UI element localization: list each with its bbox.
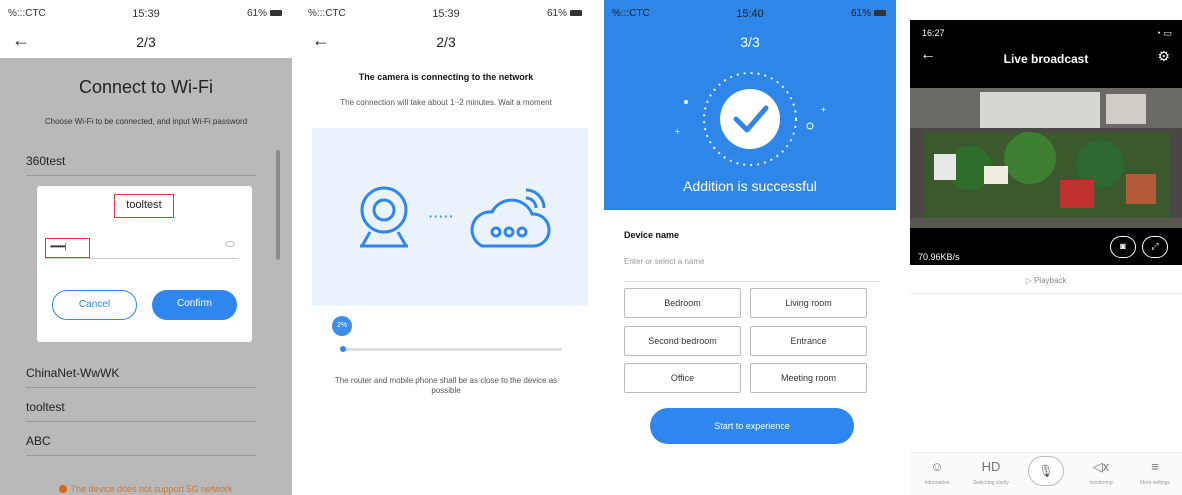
device-name-input[interactable]: Enter or select a name [624, 257, 704, 266]
top-bar: 16:27 ◔ ▭ ← Live broadcast ⚙ [910, 20, 1182, 88]
camera-cloud-graphic: ····· [360, 186, 551, 248]
mic-icon: 🎙 [1038, 464, 1054, 478]
success-check-icon: + + [674, 72, 827, 166]
divider [910, 293, 1182, 294]
wifi-item[interactable]: 360test [26, 146, 256, 176]
scrollbar[interactable] [276, 150, 280, 260]
page-subtitle: Choose Wi-Fi to be connected, and input … [44, 117, 248, 126]
camera-icon [360, 186, 408, 248]
talkback-button[interactable]: 🎙 [1028, 456, 1064, 486]
input-underline [45, 258, 238, 259]
menu-icon: ≡ [1151, 459, 1159, 474]
wifi-battery-icon: ◔ ▭ [1155, 28, 1172, 38]
speaker-icon: ◁x [1092, 459, 1110, 474]
bitrate: 70.96KB/s [918, 252, 960, 262]
status-bar: %:::CTC 15:40 61% [604, 8, 896, 22]
wifi-item[interactable]: tooltest [26, 392, 256, 422]
information-button[interactable]: ☺ Information [910, 458, 964, 486]
monitoring-button[interactable]: ◁x monitoring [1074, 458, 1128, 486]
password-dialog: tooltest ••••••••| Cancel Confirm [37, 186, 252, 342]
password-input[interactable]: ••••••••| [45, 238, 90, 258]
page-subtitle: The connection will take about 1~2 minut… [340, 98, 552, 107]
room-option[interactable]: Office [624, 363, 741, 393]
connection-illustration: ····· [312, 128, 588, 306]
warning-text: The device does not support 5G network [0, 484, 292, 494]
fullscreen-icon[interactable]: ⤢ [1142, 236, 1168, 258]
device-name-label: Device name [624, 230, 680, 240]
play-icon: ▷ [1025, 276, 1034, 285]
gear-icon[interactable]: ⚙ [1157, 48, 1170, 65]
dots: ····· [428, 207, 453, 226]
wifi-item[interactable]: ChinaNet-WwWK [26, 358, 256, 388]
network-name: tooltest [114, 194, 174, 218]
battery-icon [270, 10, 282, 17]
playback-link[interactable]: ▷ Playback [910, 276, 1182, 285]
room-option[interactable]: Living room [750, 288, 867, 318]
cloud-icon [470, 188, 551, 248]
progress-badge: 2% [332, 316, 352, 336]
status-bar: %:::CTC 15:39 61% [0, 8, 292, 22]
screen-connecting: %:::CTC 15:39 61% ← 2/3 The camera is co… [300, 0, 592, 495]
progress-track [342, 348, 562, 351]
room-option[interactable]: Second bedroom [624, 326, 741, 356]
wifi-item[interactable]: ABC [26, 426, 256, 456]
room-option[interactable]: Meeting room [750, 363, 867, 393]
clock: 16:27 [922, 28, 945, 38]
more-settings-button[interactable]: ≡ More settings [1128, 458, 1182, 486]
progress-knob [340, 346, 346, 352]
status-bar: %:::CTC 15:39 61% [300, 8, 592, 22]
start-button[interactable]: Start to experience [650, 408, 854, 444]
hd-icon: HD [981, 459, 1001, 474]
battery: 61% [547, 8, 582, 19]
step-indicator: 2/3 [136, 34, 156, 50]
battery-icon [570, 10, 582, 17]
page-title: Connect to Wi-Fi [78, 77, 214, 97]
chat-icon: ☺ [930, 459, 944, 474]
clarity-button[interactable]: HD Switching clarity [964, 458, 1018, 486]
screen-connect-wifi: %:::CTC 15:39 61% ← 2/3 Connect to Wi-Fi… [0, 0, 292, 495]
svg-text:+: + [674, 127, 681, 136]
screen-success: %:::CTC 15:40 61% 3/3 + + Addition is su… [604, 0, 896, 495]
room-option[interactable]: Entrance [750, 326, 867, 356]
success-message: Addition is successful [683, 178, 817, 194]
step-indicator: 3/3 [740, 34, 760, 50]
step-indicator: 2/3 [436, 34, 456, 50]
battery-icon [874, 10, 886, 17]
svg-text:+: + [820, 105, 827, 114]
room-option[interactable]: Bedroom [624, 288, 741, 318]
input-underline [624, 281, 880, 282]
cancel-button[interactable]: Cancel [52, 290, 137, 320]
warning-icon [59, 485, 68, 493]
battery: 61% [247, 8, 282, 19]
confirm-button[interactable]: Confirm [152, 290, 237, 320]
page-title: Live broadcast [1003, 52, 1089, 66]
eye-icon[interactable] [225, 241, 235, 247]
snapshot-icon[interactable]: ◙ [1110, 236, 1136, 258]
battery: 61% [851, 8, 886, 19]
hint-text: The router and mobile phone shall be as … [334, 376, 558, 395]
screen-live: 16:27 ◔ ▭ ← Live broadcast ⚙ 70.96KB/s ◙… [910, 0, 1182, 495]
page-title: The camera is connecting to the network [358, 72, 534, 82]
